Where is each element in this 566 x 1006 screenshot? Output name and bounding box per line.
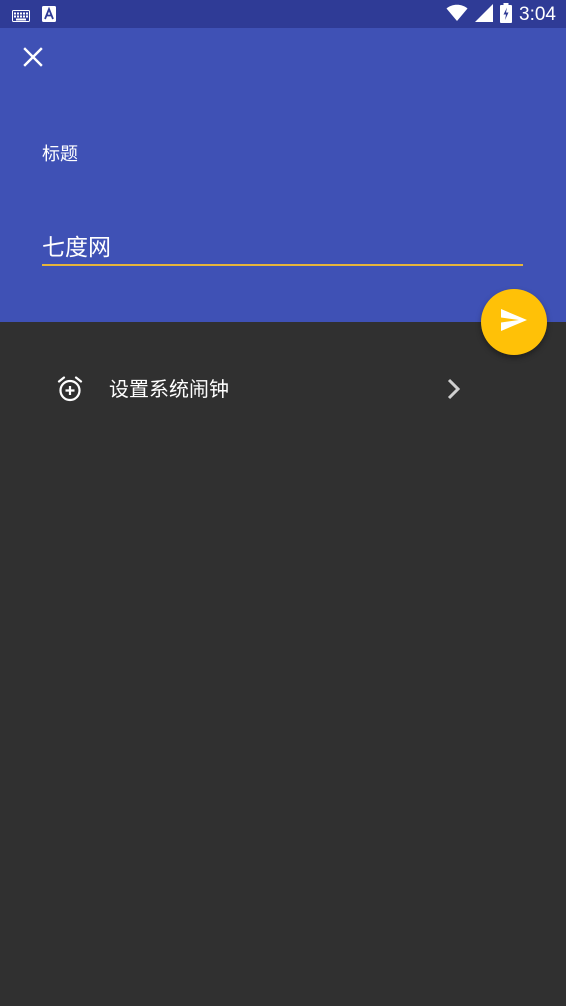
text-a-icon xyxy=(42,6,56,26)
alarm-add-icon xyxy=(56,375,84,403)
chevron-right-icon xyxy=(441,375,467,403)
close-button[interactable] xyxy=(14,40,52,78)
status-bar: 3:04 xyxy=(0,0,566,28)
status-time: 3:04 xyxy=(519,4,556,25)
status-left xyxy=(12,6,56,26)
title-field-label: 标题 xyxy=(42,144,78,165)
wifi-icon xyxy=(446,4,468,26)
signal-icon xyxy=(475,4,494,26)
keyboard-icon xyxy=(12,7,30,26)
set-system-alarm-item[interactable]: 设置系统闹钟 xyxy=(0,355,566,423)
status-right: 3:04 xyxy=(446,3,556,27)
send-button[interactable] xyxy=(481,289,547,355)
send-icon xyxy=(501,309,527,335)
close-icon xyxy=(23,47,43,71)
title-input[interactable] xyxy=(42,226,523,266)
set-system-alarm-label: 设置系统闹钟 xyxy=(109,377,229,401)
editor-header: 标题 xyxy=(0,28,566,322)
battery-charging-icon xyxy=(500,3,513,27)
